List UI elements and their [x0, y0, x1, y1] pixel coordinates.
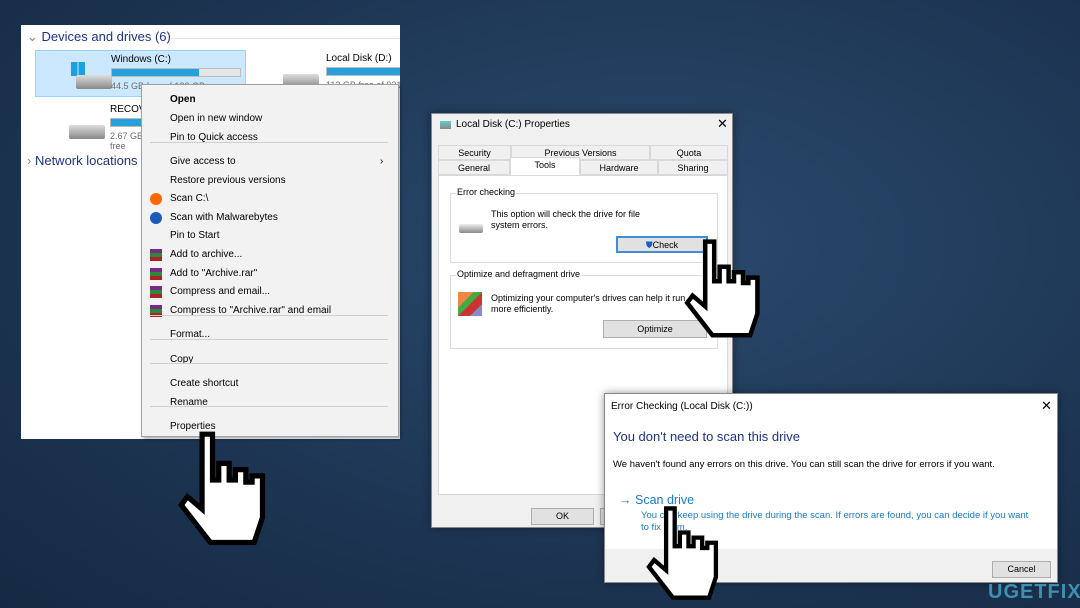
hand-cursor-icon: [177, 431, 266, 546]
hand-cursor-icon: [646, 506, 719, 600]
context-menu: Open Open in new window Pin to Quick acces…: [141, 84, 399, 437]
drive-title-icon: [440, 121, 451, 129]
dialog-heading: You don't need to scan this drive: [613, 429, 801, 444]
menu-item-format[interactable]: Format...: [170, 326, 210, 343]
menu-item-pin-to-start[interactable]: Pin to Start: [170, 227, 219, 244]
menu-item-add-to-archive[interactable]: Add to archive...: [170, 246, 242, 263]
optimize-group: Optimize and defragment drive Optimizing…: [450, 269, 718, 349]
menu-separator: [150, 406, 388, 407]
tab-hardware[interactable]: Hardware: [580, 160, 658, 175]
menu-item-scan-with-malwarebytes[interactable]: Scan with Malwarebytes: [170, 209, 278, 226]
drive-recovery[interactable]: RECOVERY 2.67 GB free: [35, 101, 240, 151]
malwarebytes-icon: [150, 212, 162, 224]
ugetfix-watermark: UGETFIX: [988, 581, 1080, 603]
menu-item-give-access-to[interactable]: Give access to: [170, 153, 236, 170]
chevron-down-icon: ⌄: [27, 29, 42, 44]
menu-item-scan-c[interactable]: Scan C:\: [170, 190, 208, 207]
devices-section-header[interactable]: ⌄ Devices and drives (6): [27, 29, 171, 45]
usage-bar: [111, 68, 241, 77]
drive-icon: [459, 224, 483, 233]
menu-item-restore-previous-versions[interactable]: Restore previous versions: [170, 172, 286, 189]
menu-item-pin-to-quick-access[interactable]: Pin to Quick access: [170, 129, 258, 146]
menu-item-rename[interactable]: Rename: [170, 394, 208, 411]
menu-item-compress-and-email[interactable]: Compress and email...: [170, 283, 270, 300]
menu-item-copy[interactable]: Copy: [170, 351, 193, 368]
cancel-button[interactable]: Cancel: [992, 561, 1051, 578]
avast-icon: [150, 193, 162, 205]
close-button[interactable]: ✕: [1041, 398, 1052, 414]
defrag-icon: [458, 292, 482, 316]
error-checking-group: Error checking This option will check th…: [450, 187, 718, 263]
ok-button[interactable]: OK: [531, 508, 594, 525]
network-locations-header[interactable]: › Network locations: [27, 153, 138, 168]
tab-tools[interactable]: Tools: [510, 157, 580, 176]
winrar-icon: [150, 286, 162, 298]
uac-shield-icon: ⛊: [645, 240, 653, 250]
usage-bar: [326, 67, 400, 76]
hand-cursor-icon: [684, 239, 760, 338]
winrar-icon: [150, 268, 162, 280]
chevron-right-icon: ›: [380, 156, 384, 167]
tab-sharing[interactable]: Sharing: [658, 160, 728, 175]
menu-separator: [150, 142, 388, 143]
chevron-right-icon: ›: [27, 153, 35, 168]
menu-item-compress-to-archive-rar-and-email[interactable]: Compress to "Archive.rar" and email: [170, 302, 331, 319]
menu-separator: [150, 363, 388, 364]
menu-item-add-to-archive-rar[interactable]: Add to "Archive.rar": [170, 265, 257, 282]
drive-icon: [69, 125, 105, 139]
close-button[interactable]: ✕: [717, 116, 728, 132]
menu-item-open[interactable]: Open: [170, 91, 196, 108]
menu-item-open-in-new-window[interactable]: Open in new window: [170, 110, 262, 127]
menu-item-create-shortcut[interactable]: Create shortcut: [170, 375, 238, 392]
menu-separator: [150, 315, 388, 316]
menu-separator: [150, 339, 388, 340]
tab-quota[interactable]: Quota: [650, 145, 728, 160]
tab-security[interactable]: Security: [438, 145, 511, 160]
tab-general[interactable]: General: [438, 160, 510, 175]
arrow-right-icon: →: [619, 493, 635, 507]
windows-logo-icon: [71, 62, 85, 76]
drive-icon: [76, 75, 112, 89]
winrar-icon: [150, 249, 162, 261]
